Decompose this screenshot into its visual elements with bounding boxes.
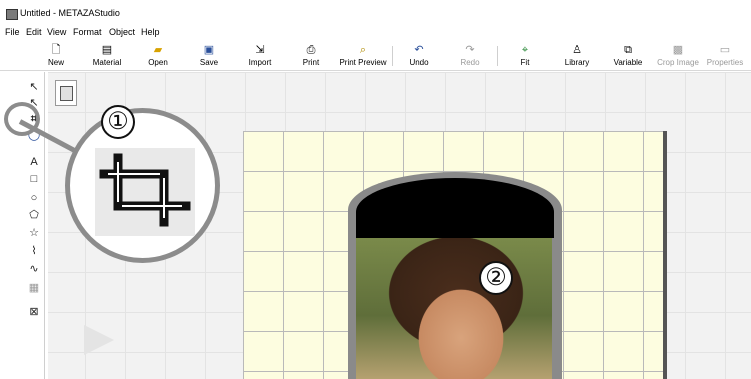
rectangle-icon[interactable]: □ (27, 172, 41, 186)
floppy-disk-icon: ▣ (203, 44, 215, 56)
folder-open-icon: ▰ (153, 44, 163, 56)
title-bar: Untitled - METAZAStudio (0, 0, 751, 24)
redo-icon: ↷ (465, 44, 475, 56)
import-icon: ⇲ (255, 44, 265, 56)
crop-image-button[interactable]: ▩ Crop Image (648, 42, 708, 70)
callout-number-1: ① (101, 105, 135, 139)
pentagon-icon[interactable]: ⬠ (27, 208, 41, 222)
menu-edit[interactable]: Edit (26, 27, 42, 37)
ellipse-icon[interactable]: ○ (27, 191, 41, 205)
menu-help[interactable]: Help (141, 27, 160, 37)
frame-top-black-area (356, 178, 554, 238)
print-preview-button[interactable]: ⌕ Print Preview (333, 42, 393, 70)
library-icon: ♙ (572, 44, 582, 56)
variable-icon: ⧉ (624, 44, 632, 56)
curve-icon[interactable]: ∿ (27, 262, 41, 276)
properties-icon: ▭ (719, 44, 731, 56)
page-thumbnail[interactable] (55, 80, 77, 106)
redo-button[interactable]: ↷ Redo (440, 42, 500, 70)
menu-file[interactable]: File (5, 27, 20, 37)
menu-view[interactable]: View (47, 27, 66, 37)
material-icon: ▤ (101, 44, 113, 56)
star-icon[interactable]: ☆ (27, 226, 41, 240)
print-button[interactable]: ⎙ Print (281, 42, 341, 70)
thumbnail-page-icon (60, 86, 73, 101)
fit-button[interactable]: ⌖ Fit (495, 42, 555, 70)
window-title: Untitled - METAZAStudio (20, 8, 120, 18)
main-toolbar: 🗋 New ▤ Material ▰ Open ▣ Save ⇲ Import … (0, 42, 751, 71)
image-placeholder-icon[interactable]: ▦ (27, 281, 41, 295)
polyline-icon[interactable]: ⌇ (27, 244, 41, 258)
printer-icon: ⎙ (306, 44, 316, 56)
print-preview-icon: ⌕ (359, 44, 367, 56)
photo-image[interactable] (356, 238, 552, 379)
undo-icon: ↶ (414, 44, 424, 56)
image-frame-x-icon[interactable]: ⊠ (27, 305, 41, 319)
text-icon[interactable]: A (27, 155, 41, 169)
fit-icon: ⌖ (521, 44, 529, 56)
arrow-pointer-icon[interactable]: ↖ (27, 80, 41, 94)
zoomed-crop-icon (99, 153, 191, 227)
page-shadow (663, 131, 667, 379)
properties-button[interactable]: ▭ Properties (700, 42, 750, 70)
crop-image-icon: ▩ (672, 44, 684, 56)
menu-format[interactable]: Format (73, 27, 102, 37)
menu-object[interactable]: Object (109, 27, 135, 37)
app-icon (6, 9, 18, 20)
callout-number-2: ② (479, 261, 513, 295)
background-arrow-decoration (84, 325, 114, 355)
new-document-icon: 🗋 (51, 44, 61, 56)
